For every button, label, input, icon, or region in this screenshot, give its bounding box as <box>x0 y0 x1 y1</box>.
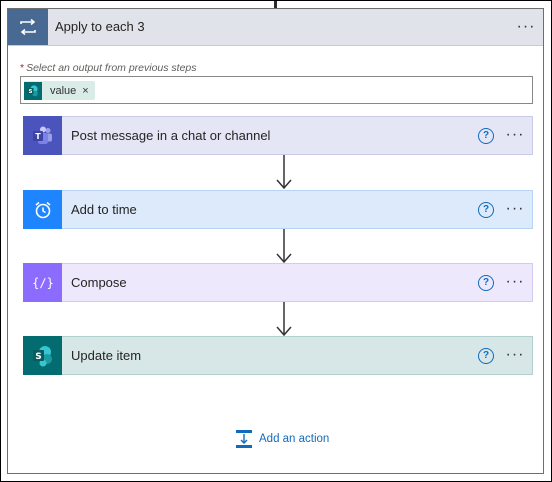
action-more-options-button[interactable]: ··· <box>502 272 528 292</box>
help-icon[interactable]: ? <box>478 128 494 144</box>
value-token-label: value <box>50 84 77 97</box>
remove-token-button[interactable]: × <box>82 85 88 97</box>
teams-icon: T <box>23 116 62 155</box>
help-icon[interactable]: ? <box>478 348 494 364</box>
action-more-options-button[interactable]: ··· <box>502 125 528 145</box>
alarm-clock-icon <box>23 190 62 229</box>
help-icon[interactable]: ? <box>478 202 494 218</box>
action-more-options-button[interactable]: ··· <box>502 199 528 219</box>
svg-text:T: T <box>35 132 41 141</box>
select-output-input[interactable]: S value × <box>20 76 533 104</box>
compose-curly-braces-icon: {∕} <box>23 263 62 302</box>
apply-to-each-header[interactable]: Apply to each 3 ··· <box>8 9 543 46</box>
sharepoint-icon: S <box>23 336 62 375</box>
help-icon[interactable]: ? <box>478 275 494 291</box>
svg-text:S: S <box>35 352 41 362</box>
loop-icon <box>8 9 48 45</box>
action-more-options-button[interactable]: ··· <box>502 345 528 365</box>
required-marker: * <box>20 62 25 74</box>
svg-text:S: S <box>29 88 33 94</box>
loop-more-options-button[interactable]: ··· <box>513 17 539 37</box>
action-title: Add to time <box>71 202 137 217</box>
add-an-action-label: Add an action <box>259 433 330 445</box>
action-title: Update item <box>71 348 142 363</box>
apply-to-each-title: Apply to each 3 <box>55 19 145 34</box>
sharepoint-icon: S <box>24 81 42 100</box>
action-card-post-message[interactable]: T Post message in a chat or channel ? ··… <box>23 116 533 155</box>
top-connector-line <box>274 1 277 8</box>
apply-to-each-card: Apply to each 3 ··· * Select an output fr… <box>7 8 544 474</box>
action-card-compose[interactable]: {∕} Compose ? ··· <box>23 263 533 302</box>
arrow-down-icon <box>276 302 292 337</box>
action-card-add-to-time[interactable]: Add to time ? ··· <box>23 190 533 229</box>
canvas-frame: Apply to each 3 ··· * Select an output fr… <box>0 0 552 482</box>
select-output-label-text: Select an output from previous steps <box>26 62 197 74</box>
arrow-down-icon <box>276 229 292 264</box>
action-title: Compose <box>71 275 127 290</box>
action-title: Post message in a chat or channel <box>71 128 271 143</box>
value-token[interactable]: S value × <box>24 81 95 100</box>
svg-text:{∕}: {∕} <box>33 276 53 290</box>
action-card-update-item[interactable]: S Update item ? ··· <box>23 336 533 375</box>
add-action-icon <box>236 430 252 448</box>
add-an-action-button[interactable]: Add an action <box>235 428 329 450</box>
arrow-down-icon <box>276 155 292 190</box>
select-output-label: * Select an output from previous steps <box>20 62 197 74</box>
